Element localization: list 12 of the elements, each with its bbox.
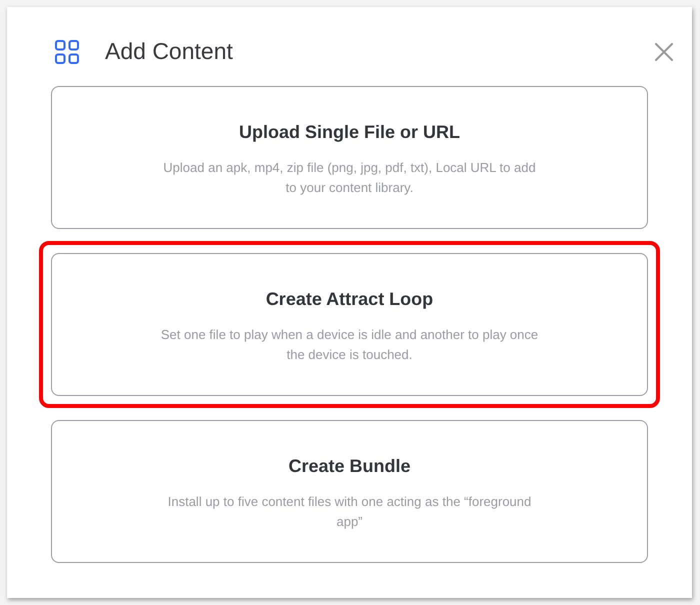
option-description: Install up to five content files with one acting as the “foreground app” [166,493,532,531]
option-card[interactable]: Create Attract Loop Set one file to play when a device is idle and another to play once the device is touched. [51,253,648,396]
option-card[interactable]: Create Bundle Install up to five content files with one acting as the “foreground app” [51,420,648,563]
option-card[interactable]: Upload Single File or URL Upload an apk, mp4, zip file (png, jpg, pdf, txt), Local URL to add to your content library. [51,86,648,229]
grid-icon [55,40,79,64]
option-title: Create Attract Loop [266,288,434,310]
close-button[interactable] [652,40,676,64]
option-title: Upload Single File or URL [238,121,460,143]
option-title: Create Bundle [288,455,411,477]
option-description: Upload an apk, mp4, zip file (png, jpg, pdf, txt), Local URL to add to your content library. [162,159,537,197]
dialog-title: Add Content [105,39,233,65]
option-description: Set one file to play when a device is idle and another to play once the device is touched. [160,326,538,364]
